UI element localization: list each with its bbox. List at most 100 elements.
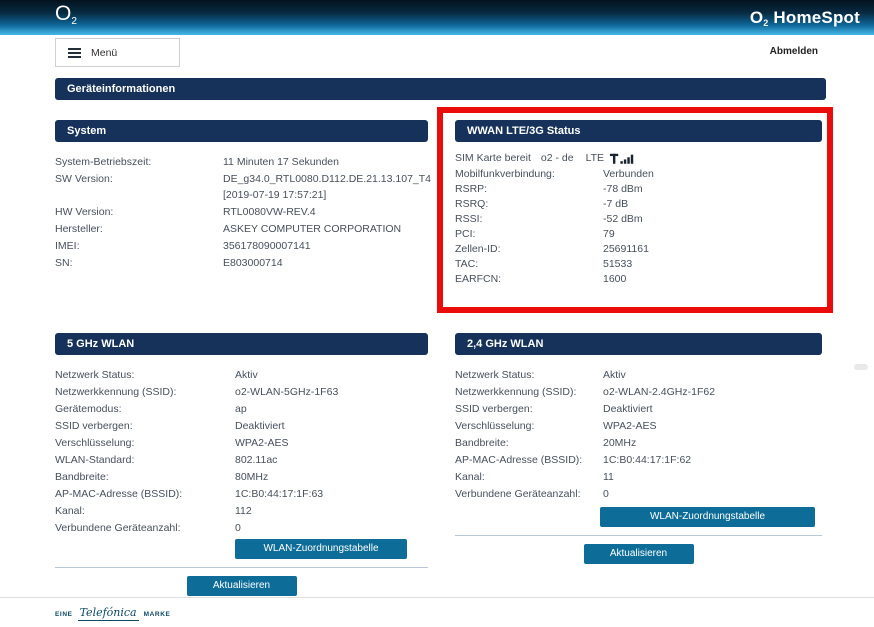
row-label: Kanal:	[55, 505, 85, 517]
row-label: SSID verbergen:	[455, 403, 533, 415]
table-row: Hersteller: ASKEY COMPUTER CORPORATION	[55, 221, 428, 237]
table-row: Zellen-ID: 25691161	[455, 242, 822, 257]
sim-status-line: SIM Karte bereit o2 - de LTE	[455, 151, 822, 166]
table-row: Kanal: 11	[455, 469, 822, 486]
row-label: Verschlüsselung:	[455, 420, 535, 432]
row-value: ap	[235, 403, 247, 415]
footer-marke-label: MARKE	[143, 611, 171, 618]
row-label: SW Version:	[55, 173, 113, 185]
panel-divider	[455, 535, 822, 536]
network-operator: o2 - de	[540, 152, 574, 164]
table-row: IMEI: 356178090007141	[55, 238, 428, 254]
table-row: HW Version: RTL0080VW-REV.4	[55, 204, 428, 220]
o2-logo-subscript: 2	[71, 16, 77, 27]
logout-link[interactable]: Abmelden	[770, 46, 818, 57]
menu-button[interactable]: Menü	[55, 38, 180, 67]
row-label: Verbundene Geräteanzahl:	[455, 488, 581, 500]
row-value: 11 Minuten 17 Sekunden	[223, 156, 339, 168]
row-value: 1C:B0:44:17:1F:63	[235, 488, 324, 500]
row-value: Aktiv	[235, 369, 258, 381]
panel-system-rows: System-Betriebszeit: 11 Minuten 17 Sekund…	[55, 154, 431, 271]
table-row: AP-MAC-Adresse (BSSID): 1C:B0:44:17:1F:63	[55, 486, 428, 503]
row-label: WLAN-Standard:	[55, 454, 135, 466]
row-label: TAC:	[455, 258, 479, 270]
row-label: Bandbreite:	[55, 471, 109, 483]
row-label: RSRP:	[455, 183, 488, 195]
menu-button-label: Menü	[91, 46, 118, 59]
table-row: RSRQ: -7 dB	[455, 197, 822, 212]
row-label: Netzwerk Status:	[455, 369, 535, 381]
row-label: RSSI:	[455, 213, 483, 225]
row-label: Verbundene Geräteanzahl:	[55, 522, 181, 534]
row-label: Zellen-ID:	[455, 243, 501, 255]
product-o: O	[749, 7, 764, 27]
row-value: o2-WLAN-5GHz-1F63	[235, 386, 339, 398]
table-row: TAC: 51533	[455, 257, 822, 272]
scrollbar-thumb[interactable]	[854, 364, 868, 370]
table-row: Verbundene Geräteanzahl: 0	[455, 486, 822, 503]
table-row: SN: E803000714	[55, 255, 428, 271]
row-label: System-Betriebszeit:	[55, 156, 152, 168]
row-label: PCI:	[455, 228, 476, 240]
row-label: Netzwerk Status:	[55, 369, 135, 381]
panel-divider	[55, 567, 428, 568]
row-value: WPA2-AES	[235, 437, 289, 449]
panel-wwan-header: WWAN LTE/3G Status	[455, 120, 822, 142]
panel-wlan-5ghz-rows: Netzwerk Status: Aktiv Netzwerkkennung (S…	[55, 367, 428, 537]
row-value: 51533	[603, 258, 633, 270]
row-label: Verschlüsselung:	[55, 437, 135, 449]
row-value: 80MHz	[235, 471, 269, 483]
panel-wlan-24ghz: 2,4 GHz WLAN Netzwerk Status: Aktiv Netzw…	[455, 333, 822, 564]
panel-wlan-5ghz: 5 GHz WLAN Netzwerk Status: Aktiv Netzwer…	[55, 333, 428, 596]
row-label: Netzwerkkennung (SSID):	[55, 386, 177, 398]
row-value: 1C:B0:44:17:1F:62	[603, 454, 692, 466]
row-value: 79	[603, 228, 615, 240]
table-row: System-Betriebszeit: 11 Minuten 17 Sekund…	[55, 154, 428, 170]
o2-logo: O2	[55, 0, 77, 39]
wlan-mapping-table-button[interactable]: WLAN-Zuordnungstabelle	[600, 507, 815, 527]
row-value: 11	[603, 471, 614, 483]
table-row: SSID verbergen: Deaktiviert	[455, 401, 822, 418]
network-type: LTE	[585, 152, 605, 164]
table-row: Verbundene Geräteanzahl: 0	[55, 520, 428, 537]
table-row: Bandbreite: 20MHz	[455, 435, 822, 452]
panel-wwan-rows: SIM Karte bereit o2 - de LTE Mobilfunkve…	[455, 151, 822, 287]
row-label: EARFCN:	[455, 273, 502, 285]
panel-wlan-24ghz-header: 2,4 GHz WLAN	[455, 333, 822, 355]
row-label: Mobilfunkverbindung:	[455, 168, 555, 180]
row-value: -52 dBm	[603, 213, 643, 225]
row-label: IMEI:	[55, 240, 80, 252]
row-value: WPA2-AES	[603, 420, 657, 432]
footer: EINE Telefónica MARKE	[0, 597, 874, 627]
row-value: 356178090007141	[223, 240, 311, 252]
table-row: PCI: 79	[455, 227, 822, 242]
row-value: Aktiv	[603, 369, 626, 381]
row-label: Hersteller:	[55, 223, 103, 235]
panel-system: System System-Betriebszeit: 11 Minuten 17…	[55, 120, 431, 272]
row-value: 0	[235, 522, 241, 534]
row-value: o2-WLAN-2.4GHz-1F62	[603, 386, 716, 398]
product-name: O2 HomeSpot	[750, 8, 860, 28]
o2-logo-letter: O	[55, 2, 72, 25]
telefonica-brand-logo: EINE Telefónica MARKE	[55, 606, 874, 621]
row-label: SN:	[55, 257, 73, 269]
table-row: Mobilfunkverbindung: Verbunden	[455, 167, 822, 182]
table-row: Kanal: 112	[55, 503, 428, 520]
row-value: 20MHz	[603, 437, 637, 449]
table-row: Bandbreite: 80MHz	[55, 469, 428, 486]
row-label: Gerätemodus:	[55, 403, 122, 415]
row-label: AP-MAC-Adresse (BSSID):	[55, 488, 183, 500]
row-value: E803000714	[223, 257, 283, 269]
wlan-mapping-table-button[interactable]: WLAN-Zuordnungstabelle	[235, 539, 407, 559]
panel-wwan: WWAN LTE/3G Status SIM Karte bereit o2 -…	[455, 120, 822, 287]
table-row: Netzwerkkennung (SSID): o2-WLAN-5GHz-1F63	[55, 384, 428, 401]
table-row: RSSI: -52 dBm	[455, 212, 822, 227]
refresh-button[interactable]: Aktualisieren	[583, 544, 694, 564]
refresh-button[interactable]: Aktualisieren	[186, 576, 297, 596]
footer-eine-label: EINE	[55, 611, 73, 618]
o2-homespot-device-info-page: { "header": { "logo_o": "O", "logo_sub":…	[0, 0, 874, 627]
table-row: AP-MAC-Adresse (BSSID): 1C:B0:44:17:1F:62	[455, 452, 822, 469]
table-row: WLAN-Standard: 802.11ac	[55, 452, 428, 469]
row-value: RTL0080VW-REV.4	[223, 206, 316, 218]
sub-header: Menü Abmelden	[0, 35, 874, 78]
